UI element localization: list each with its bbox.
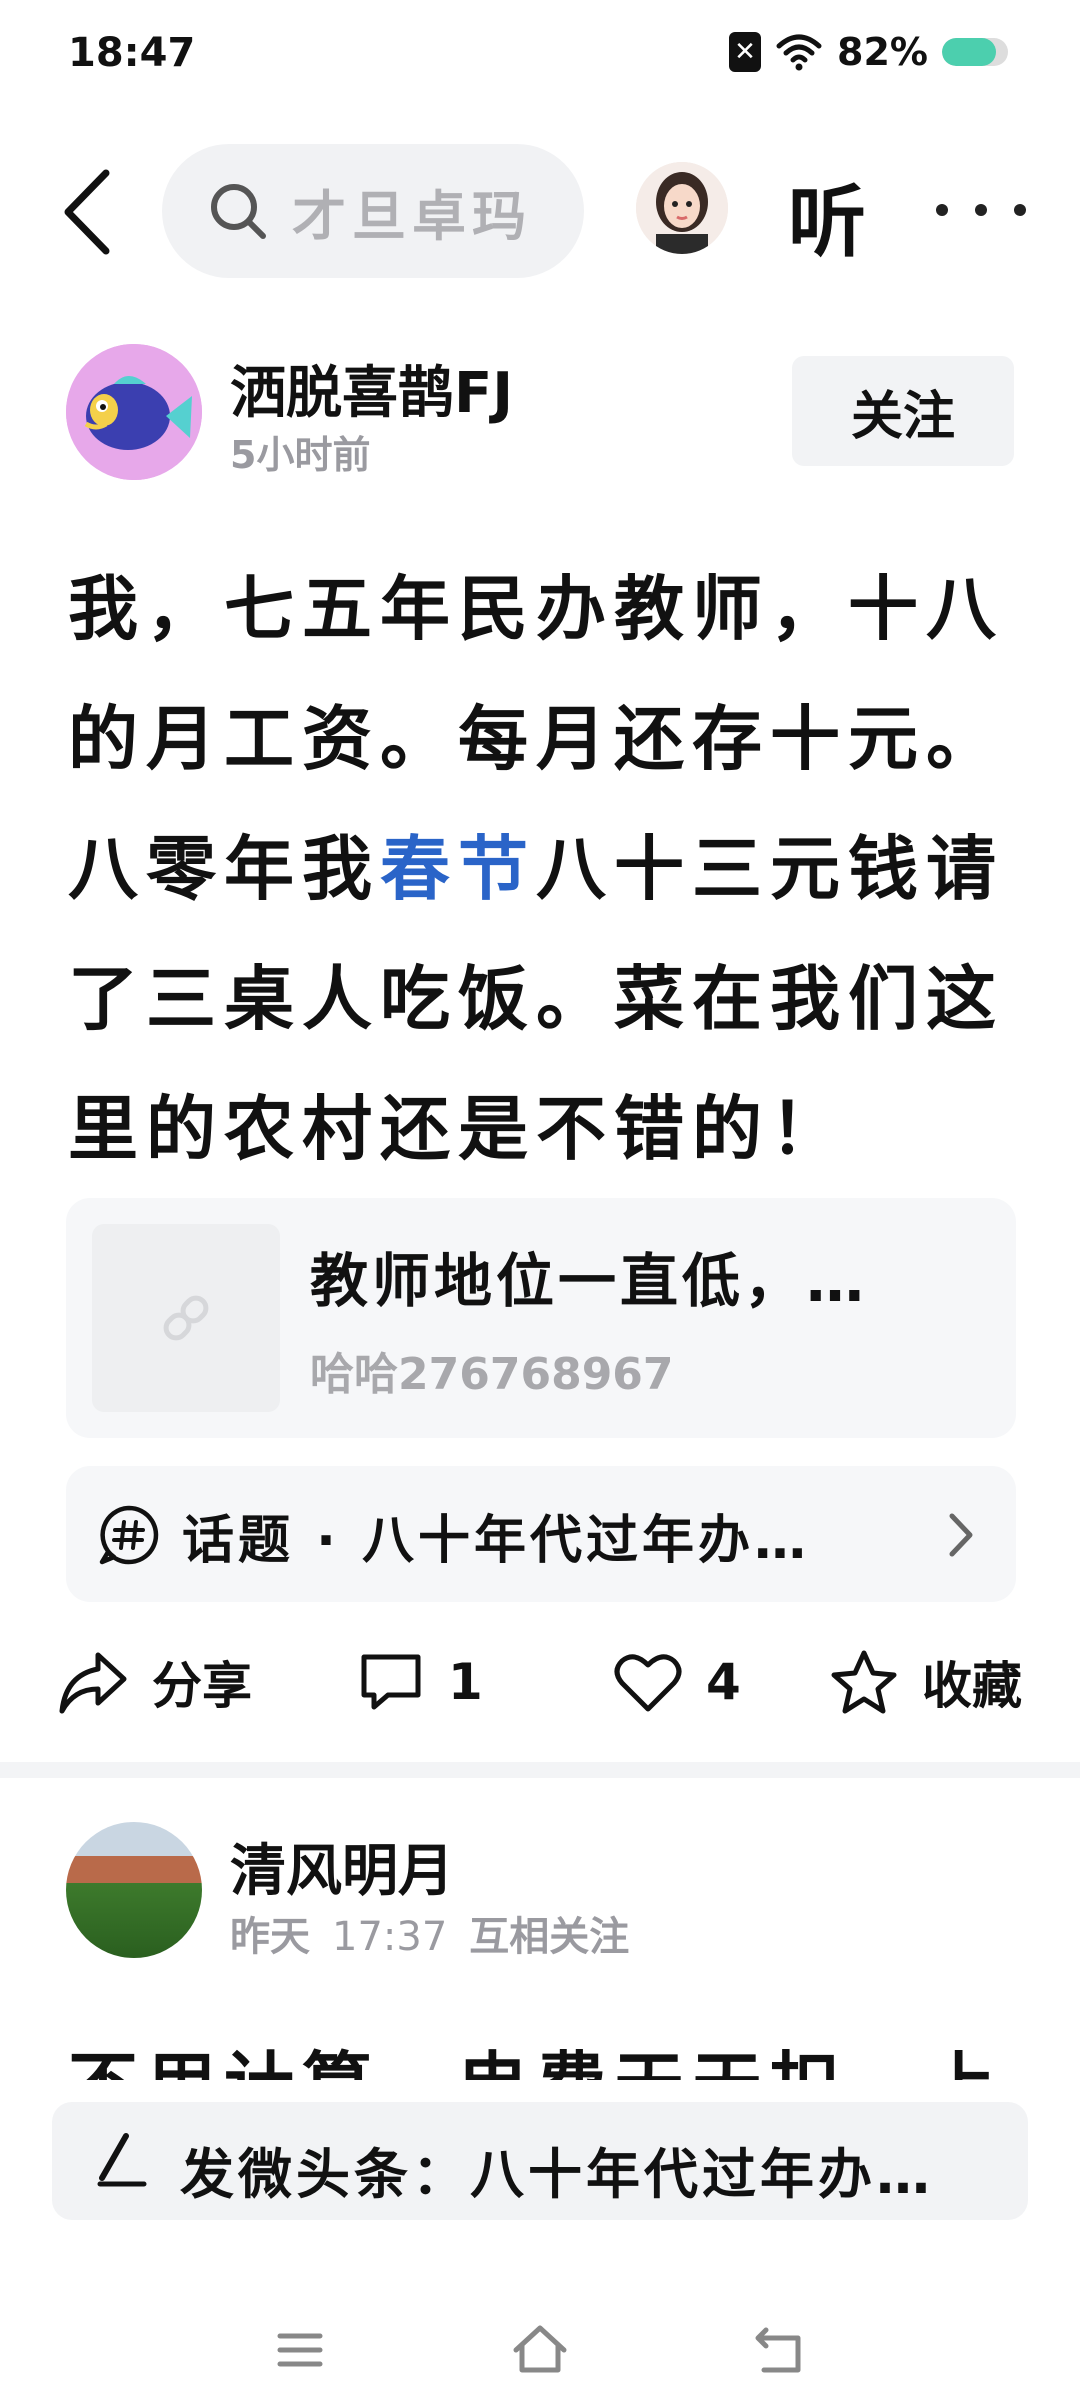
link-thumbnail xyxy=(92,1224,280,1412)
pen-icon xyxy=(97,2133,147,2187)
comment-icon xyxy=(361,1654,421,1710)
follow-button[interactable]: 关注 xyxy=(792,356,1014,466)
user-avatar[interactable] xyxy=(636,162,728,254)
system-nav-bar xyxy=(0,2300,1080,2400)
back-button[interactable] xyxy=(52,164,122,260)
chevron-right-icon xyxy=(949,1513,973,1557)
status-bar: 18:47 ✕ 82% xyxy=(0,0,1080,110)
search-text: 才旦卓玛 xyxy=(292,184,532,248)
battery-icon xyxy=(942,38,1008,66)
more-button[interactable] xyxy=(936,180,1026,240)
favorite-label: 收藏 xyxy=(922,1657,1022,1715)
top-nav: 才旦卓玛 听 xyxy=(0,140,1080,280)
author-avatar[interactable] xyxy=(66,344,202,480)
listen-button[interactable]: 听 xyxy=(788,160,866,272)
author2-avatar[interactable] xyxy=(66,1822,202,1958)
post-keyword-link[interactable]: 春节 xyxy=(380,828,536,910)
x-badge-icon: ✕ xyxy=(729,32,762,72)
more-dot-icon xyxy=(1014,204,1026,216)
topic-row[interactable]: 话题 · 八十年代过年办… xyxy=(66,1466,1016,1602)
link-icon xyxy=(163,1295,209,1341)
post-actions: 分享 1 4 收藏 xyxy=(0,1628,1080,1738)
more-dot-icon xyxy=(936,204,948,216)
status-time: 18:47 xyxy=(68,30,196,76)
topic-hash-icon xyxy=(99,1505,159,1565)
more-dot-icon xyxy=(975,204,987,216)
author2-name[interactable]: 清风明月 xyxy=(230,1826,454,1907)
back-arrow-icon xyxy=(64,169,110,255)
post2-date: 昨天 xyxy=(230,1914,310,1960)
search-icon xyxy=(211,184,266,239)
link-card[interactable]: 教师地位一直低，… 哈哈276768967 xyxy=(66,1198,1016,1438)
comment-button[interactable]: 1 xyxy=(358,1642,483,1722)
post2-body[interactable]: 不用计算，电费天天扣。上 xyxy=(68,2020,1028,2080)
comment-count: 1 xyxy=(448,1653,483,1711)
share-icon xyxy=(59,1652,127,1714)
post2-author-row: 清风明月 昨天 17:37 互相关注 xyxy=(0,1820,1080,1960)
post-separator xyxy=(0,1762,1080,1778)
heart-icon xyxy=(614,1654,682,1712)
post2-relation: 互相关注 xyxy=(469,1914,630,1960)
star-icon xyxy=(831,1650,897,1714)
share-label: 分享 xyxy=(152,1657,252,1715)
compose-text: 发微头条：八十年代过年办… xyxy=(180,2143,934,2206)
post-body[interactable]: 我，七五年民办教师，十八的月工资。每月还存十元。八零年我春节八十三元钱请了三桌人… xyxy=(68,544,1028,1194)
status-icons: ✕ 82% xyxy=(729,30,1008,74)
battery-percent: 82% xyxy=(837,30,928,74)
post2-time: 17:37 xyxy=(332,1914,448,1960)
topic-text: 话题 · 八十年代过年办… xyxy=(182,1511,810,1571)
menu-icon[interactable] xyxy=(270,2320,330,2380)
fish-avatar-icon xyxy=(66,344,202,480)
share-button[interactable]: 分享 xyxy=(58,1642,252,1722)
post-time: 5小时前 xyxy=(230,433,371,477)
link-source: 哈哈276768967 xyxy=(310,1349,674,1400)
home-icon[interactable] xyxy=(510,2320,570,2380)
like-button[interactable]: 4 xyxy=(614,1642,741,1722)
wifi-icon xyxy=(776,34,822,71)
author-name[interactable]: 洒脱喜鹊FJ xyxy=(230,348,513,429)
woman-avatar-icon xyxy=(636,162,728,254)
like-count: 4 xyxy=(706,1653,741,1711)
battery-fill xyxy=(942,38,997,66)
post2-meta: 昨天 17:37 互相关注 xyxy=(230,1904,651,1962)
search-box[interactable]: 才旦卓玛 xyxy=(162,144,584,278)
back-nav-icon[interactable] xyxy=(750,2320,810,2380)
post-author-row: 洒脱喜鹊FJ 5小时前 关注 xyxy=(0,340,1080,480)
compose-bar[interactable]: 发微头条：八十年代过年办… xyxy=(52,2102,1028,2220)
favorite-button[interactable]: 收藏 xyxy=(830,1642,1022,1722)
link-title: 教师地位一直低，… xyxy=(310,1247,869,1315)
